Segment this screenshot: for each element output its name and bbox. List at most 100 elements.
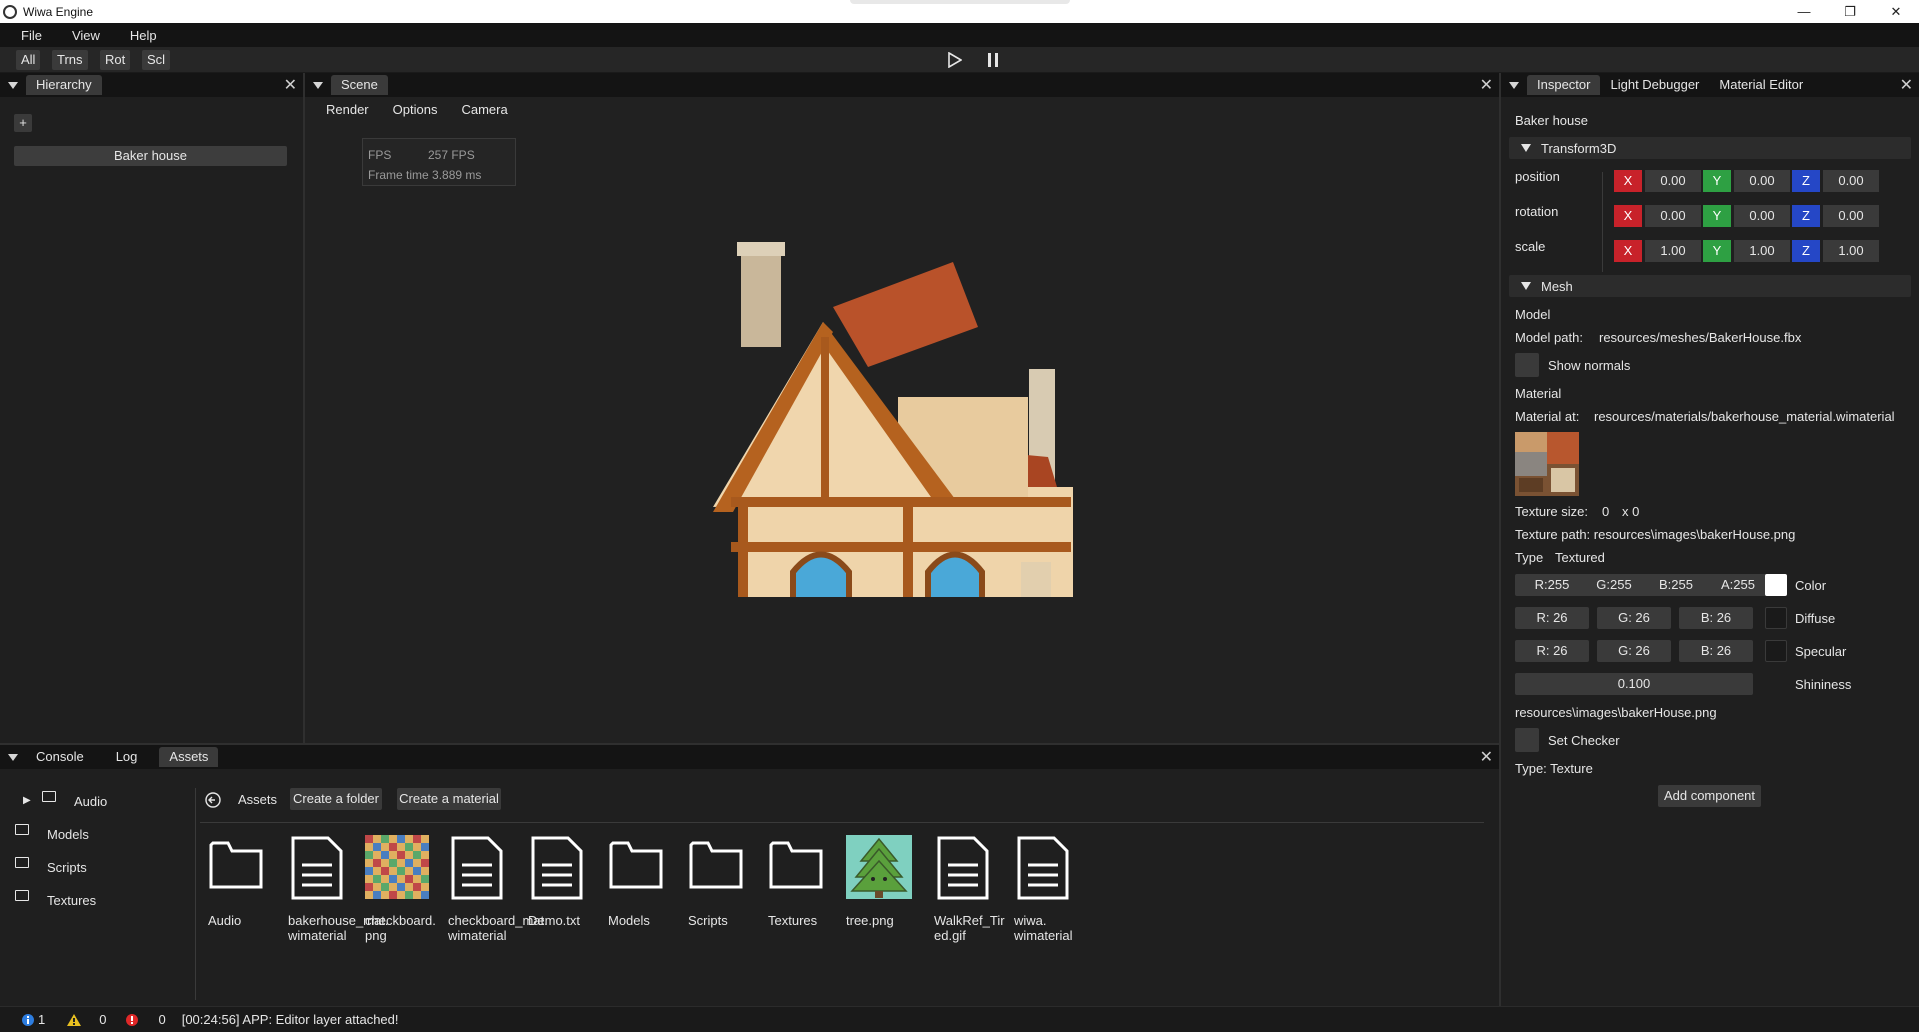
folder-icon: [15, 824, 29, 835]
scale-x-field[interactable]: 1.00: [1645, 240, 1701, 262]
collapse-icon[interactable]: [8, 753, 18, 761]
position-z-field[interactable]: 0.00: [1823, 170, 1879, 192]
shininess-label: Shininess: [1795, 677, 1852, 692]
create-folder-button[interactable]: Create a folder: [290, 788, 382, 810]
window-title: Wiwa Engine: [23, 4, 94, 19]
scene-menu-render[interactable]: Render: [305, 102, 381, 117]
object-name: Baker house: [1515, 113, 1588, 128]
specular-g-field[interactable]: G: 26: [1597, 640, 1671, 662]
close-icon[interactable]: ✕: [1480, 75, 1493, 95]
warning-icon: [67, 1013, 82, 1026]
texture-thumbnail: [1515, 432, 1579, 496]
tab-light-debugger[interactable]: Light Debugger: [1600, 75, 1709, 95]
rotation-z-field[interactable]: 0.00: [1823, 205, 1879, 227]
tree-item-models[interactable]: Models: [47, 827, 89, 842]
tab-assets[interactable]: Assets: [159, 747, 219, 767]
diffuse-g-field[interactable]: G: 26: [1597, 607, 1671, 629]
diffuse-swatch[interactable]: [1765, 607, 1787, 629]
scene-menu-options[interactable]: Options: [381, 102, 450, 117]
show-normals-checkbox[interactable]: [1515, 353, 1539, 377]
file-icon: [451, 836, 503, 900]
gizmo-rotate-button[interactable]: Rot: [100, 50, 131, 70]
model-label: Model: [1515, 307, 1551, 322]
menu-view[interactable]: View: [52, 28, 110, 43]
tab-console[interactable]: Console: [26, 747, 94, 767]
collapse-icon[interactable]: [8, 81, 18, 89]
pause-icon[interactable]: [986, 52, 1000, 68]
scene-viewport[interactable]: FPS 257 FPS Frame time 3.889 ms: [305, 122, 1499, 743]
folder-icon: [15, 890, 29, 901]
texture-size-width: 0: [1602, 504, 1610, 519]
fps-value: 257 FPS: [428, 148, 475, 162]
tab-log[interactable]: Log: [106, 747, 148, 767]
maximize-icon[interactable]: ❐: [1827, 0, 1873, 23]
transform-section-header[interactable]: Transform3D: [1509, 137, 1911, 159]
rotation-x-field[interactable]: 0.00: [1645, 205, 1701, 227]
hierarchy-item-baker-house[interactable]: Baker house: [14, 146, 287, 166]
model-path-value: resources/meshes/BakerHouse.fbx: [1599, 330, 1802, 345]
close-icon[interactable]: ✕: [1900, 75, 1913, 95]
toolbar: All Trns Rot Scl: [0, 47, 1919, 73]
close-icon[interactable]: ✕: [284, 75, 297, 95]
add-component-button[interactable]: Add component: [1658, 785, 1761, 807]
app-logo-icon: [3, 4, 17, 19]
warning-count: 0: [99, 1012, 107, 1027]
collapse-icon[interactable]: [313, 81, 323, 89]
menu-help[interactable]: Help: [110, 28, 167, 43]
tab-inspector[interactable]: Inspector: [1527, 75, 1601, 95]
assets-breadcrumb[interactable]: Assets: [238, 792, 277, 807]
folder-icon: [42, 791, 56, 802]
scene-menu-camera[interactable]: Camera: [449, 102, 519, 117]
gizmo-translate-button[interactable]: Trns: [52, 50, 88, 70]
scale-z-label: Z: [1792, 240, 1820, 262]
tab-material-editor[interactable]: Material Editor: [1709, 75, 1813, 95]
back-icon[interactable]: [204, 791, 222, 809]
diffuse-b-field[interactable]: B: 26: [1679, 607, 1753, 629]
play-icon[interactable]: [948, 52, 962, 68]
specular-b-field[interactable]: B: 26: [1679, 640, 1753, 662]
mesh-section-header[interactable]: Mesh: [1509, 275, 1911, 297]
scale-z-field[interactable]: 1.00: [1823, 240, 1879, 262]
minimize-icon[interactable]: —: [1781, 0, 1827, 23]
specular-swatch[interactable]: [1765, 640, 1787, 662]
tree-expand-icon[interactable]: ▶: [23, 795, 31, 806]
color-swatch[interactable]: [1765, 574, 1787, 596]
position-y-field[interactable]: 0.00: [1734, 170, 1790, 192]
asset-label: Demo.txt: [528, 913, 581, 928]
baker-house-model: [713, 242, 1073, 597]
folder-icon: [689, 841, 743, 889]
create-material-button[interactable]: Create a material: [397, 788, 501, 810]
position-y-label: Y: [1703, 170, 1731, 192]
folder-icon: [769, 841, 823, 889]
performance-overlay: FPS 257 FPS Frame time 3.889 ms: [362, 138, 516, 186]
add-gameobject-button[interactable]: +: [14, 114, 32, 132]
close-icon[interactable]: ✕: [1480, 747, 1493, 767]
scene-panel: Scene ✕ Render Options Camera FPS 257 FPS…: [305, 73, 1499, 743]
rotation-y-field[interactable]: 0.00: [1734, 205, 1790, 227]
texture-type: Type: Texture: [1515, 761, 1593, 776]
info-count: 1: [38, 1012, 46, 1027]
scale-y-field[interactable]: 1.00: [1734, 240, 1790, 262]
scale-label: scale: [1515, 239, 1546, 254]
position-x-field[interactable]: 0.00: [1645, 170, 1701, 192]
collapse-icon[interactable]: [1509, 81, 1519, 89]
expand-icon: [1521, 144, 1531, 152]
asset-label: bakerhouse_mat. wimaterial: [288, 913, 389, 943]
tree-item-textures[interactable]: Textures: [47, 893, 96, 908]
tree-item-scripts[interactable]: Scripts: [47, 860, 87, 875]
specular-r-field[interactable]: R: 26: [1515, 640, 1589, 662]
tab-scene[interactable]: Scene: [331, 75, 388, 95]
color-a-field[interactable]: A:255: [1701, 574, 1775, 596]
close-window-icon[interactable]: ✕: [1873, 0, 1919, 23]
diffuse-r-field[interactable]: R: 26: [1515, 607, 1589, 629]
shininess-slider[interactable]: 0.100: [1515, 673, 1753, 695]
folder-icon: [209, 841, 263, 889]
set-checker-checkbox[interactable]: [1515, 728, 1539, 752]
tab-hierarchy[interactable]: Hierarchy: [26, 75, 102, 95]
folder-icon: [15, 857, 29, 868]
title-decoration: [850, 0, 1070, 4]
menu-file[interactable]: File: [0, 28, 52, 43]
tree-item-audio[interactable]: Audio: [74, 794, 107, 809]
gizmo-all-button[interactable]: All: [16, 50, 41, 70]
gizmo-scale-button[interactable]: Scl: [142, 50, 171, 70]
